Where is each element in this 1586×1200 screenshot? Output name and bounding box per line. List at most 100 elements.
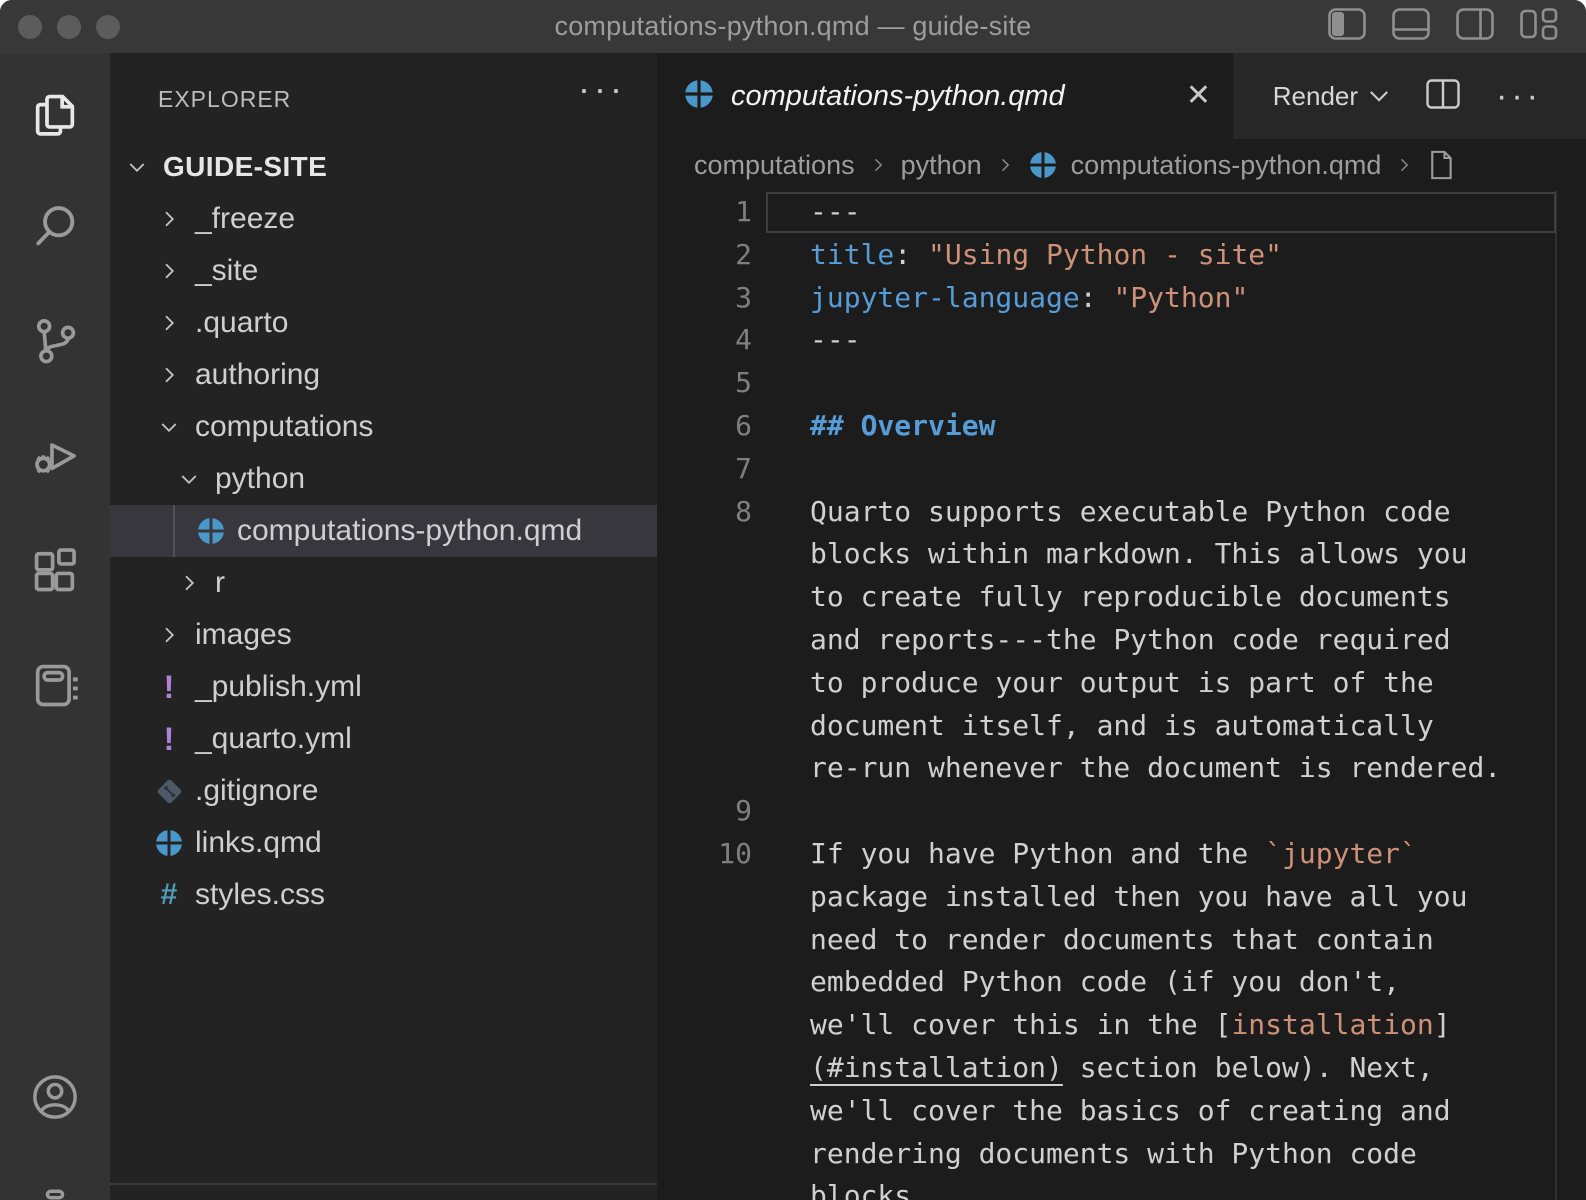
tab-computations-python[interactable]: computations-python.qmd ✕ — [657, 53, 1233, 139]
code-text: title: "Using Python - site" — [810, 234, 1282, 277]
search-icon[interactable] — [29, 200, 81, 252]
code-line-wrap[interactable]: to create fully reproducible documents — [657, 576, 1586, 619]
line-number — [657, 1004, 752, 1047]
tree-item-label: links.qmd — [195, 826, 322, 860]
tree-item-_quarto.yml[interactable]: ! _quarto.yml — [110, 713, 657, 765]
quarto-file-icon — [152, 828, 186, 858]
symbol-file-icon — [1427, 149, 1455, 181]
line-number — [657, 533, 752, 576]
code-line-6[interactable]: 6## Overview — [657, 405, 1586, 448]
notebook-icon[interactable] — [29, 659, 81, 711]
code-text: we'll cover this in the [installation] — [810, 1004, 1451, 1047]
breadcrumb-item-computations[interactable]: computations — [694, 150, 855, 181]
source-control-icon[interactable] — [29, 315, 81, 367]
breadcrumb-item-python[interactable]: python — [901, 150, 982, 181]
code-line-3[interactable]: 3jupyter-language: "Python" — [657, 277, 1586, 320]
explorer-icon[interactable] — [29, 89, 81, 141]
render-label: Render — [1273, 81, 1358, 112]
tree-item-_freeze[interactable]: _freeze — [110, 193, 657, 245]
code-line-wrap[interactable]: rendering documents with Python code — [657, 1133, 1586, 1176]
tree-item-label: .gitignore — [195, 774, 318, 808]
tree-item-python[interactable]: python — [110, 453, 657, 505]
tree-item-r[interactable]: r — [110, 557, 657, 609]
split-editor-icon[interactable] — [1426, 79, 1460, 114]
toggle-secondary-sidebar-icon[interactable] — [1456, 8, 1494, 45]
code-line-wrap[interactable]: to produce your output is part of the — [657, 662, 1586, 705]
line-number — [657, 576, 752, 619]
tree-item-images[interactable]: images — [110, 609, 657, 661]
code-line-wrap[interactable]: need to render documents that contain — [657, 919, 1586, 962]
line-number — [657, 1047, 752, 1090]
activity-bar — [0, 53, 110, 1200]
code-line-wrap[interactable]: embedded Python code (if you don't, — [657, 961, 1586, 1004]
tree-item-.quarto[interactable]: .quarto — [110, 297, 657, 349]
code-line-wrap[interactable]: we'll cover the basics of creating and — [657, 1090, 1586, 1133]
code-line-wrap[interactable]: document itself, and is automatically — [657, 705, 1586, 748]
indent-guide — [173, 505, 175, 557]
editor-group: computations-python.qmd ✕ Render ··· com… — [657, 53, 1586, 1200]
breadcrumb-separator-icon — [1394, 154, 1414, 176]
toggle-primary-sidebar-icon[interactable] — [1328, 8, 1366, 45]
line-number — [657, 747, 752, 790]
render-button[interactable]: Render — [1273, 81, 1390, 112]
tree-item-authoring[interactable]: authoring — [110, 349, 657, 401]
tree-item-label: computations-python.qmd — [237, 514, 582, 548]
code-text: --- — [810, 319, 861, 362]
code-line-wrap[interactable]: blocks. — [657, 1175, 1586, 1200]
line-number: 6 — [657, 405, 752, 448]
explorer-more-actions[interactable]: ··· — [578, 71, 626, 107]
code-text: we'll cover the basics of creating and — [810, 1090, 1451, 1133]
code-line-1[interactable]: 1--- — [657, 191, 1586, 234]
tree-item-label: _quarto.yml — [195, 722, 352, 756]
tree-root-GUIDE-SITE[interactable]: GUIDE-SITE — [110, 141, 657, 193]
code-line-wrap[interactable]: package installed then you have all you — [657, 876, 1586, 919]
manage-gear-icon[interactable] — [29, 1188, 81, 1200]
code-line-wrap[interactable]: blocks within markdown. This allows you — [657, 533, 1586, 576]
more-actions-icon[interactable]: ··· — [1496, 79, 1542, 113]
code-text: Quarto supports executable Python code — [810, 491, 1451, 534]
code-text: (#installation) section below). Next, — [810, 1047, 1434, 1090]
tree-item-_publish.yml[interactable]: !_publish.yml — [110, 661, 657, 713]
code-line-2[interactable]: 2title: "Using Python - site" — [657, 234, 1586, 277]
outline-section-header[interactable]: OUTLINE — [110, 1183, 657, 1200]
run-and-debug-icon[interactable] — [29, 429, 81, 481]
minimize-window-button[interactable] — [57, 15, 81, 39]
yaml-file-icon: ! — [152, 723, 186, 755]
tree-item-_site[interactable]: _site — [110, 245, 657, 297]
code-line-7[interactable]: 7 — [657, 448, 1586, 491]
code-editor[interactable]: 1---2title: "Using Python - site"3jupyte… — [657, 191, 1586, 1200]
toggle-panel-icon[interactable] — [1392, 8, 1430, 45]
code-line-wrap[interactable]: we'll cover this in the [installation] — [657, 1004, 1586, 1047]
explorer-sidebar: EXPLORER ··· GUIDE-SITE_freeze_site.quar… — [110, 53, 657, 1200]
code-line-5[interactable]: 5 — [657, 362, 1586, 405]
code-line-wrap[interactable]: (#installation) section below). Next, — [657, 1047, 1586, 1090]
chevron-right-icon — [152, 311, 186, 335]
chevron-down-icon — [120, 155, 154, 179]
tree-item-label: _site — [195, 254, 258, 288]
chevron-right-icon — [152, 207, 186, 231]
code-line-wrap[interactable]: and reports---the Python code required — [657, 619, 1586, 662]
chevron-right-icon — [152, 259, 186, 283]
line-number — [657, 1175, 752, 1200]
css-file-icon: # — [152, 880, 186, 910]
tree-item-links.qmd[interactable]: links.qmd — [110, 817, 657, 869]
close-window-button[interactable] — [18, 15, 42, 39]
line-number: 10 — [657, 833, 752, 876]
breadcrumb-item-computations-python.qmd[interactable]: computations-python.qmd — [1071, 150, 1382, 181]
window-title: computations-python.qmd — guide-site — [555, 11, 1032, 42]
yaml-file-icon: ! — [152, 671, 186, 703]
tab-close-icon[interactable]: ✕ — [1186, 81, 1211, 111]
tree-item-styles.css[interactable]: #styles.css — [110, 869, 657, 921]
code-line-10[interactable]: 10If you have Python and the `jupyter` — [657, 833, 1586, 876]
code-line-8[interactable]: 8Quarto supports executable Python code — [657, 491, 1586, 534]
customize-layout-icon[interactable] — [1520, 7, 1560, 46]
extensions-icon[interactable] — [29, 544, 81, 596]
code-line-wrap[interactable]: re-run whenever the document is rendered… — [657, 747, 1586, 790]
tree-item-computations-python.qmd[interactable]: computations-python.qmd — [110, 505, 657, 557]
account-icon[interactable] — [29, 1071, 81, 1123]
tree-item-.gitignore[interactable]: .gitignore — [110, 765, 657, 817]
code-line-4[interactable]: 4--- — [657, 319, 1586, 362]
code-line-9[interactable]: 9 — [657, 790, 1586, 833]
tree-item-computations[interactable]: computations — [110, 401, 657, 453]
zoom-window-button[interactable] — [96, 15, 120, 39]
